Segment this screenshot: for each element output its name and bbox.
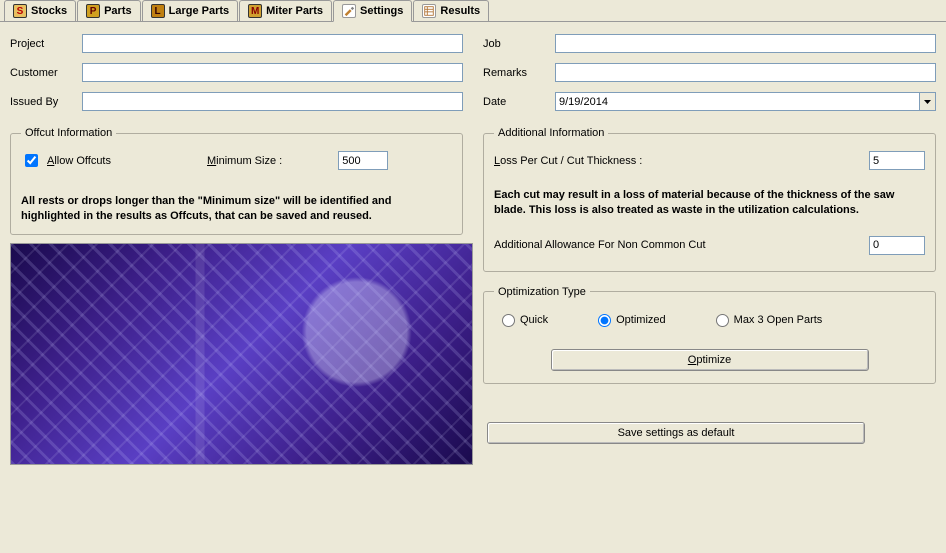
job-input[interactable] (555, 34, 936, 53)
additional-group: Additional Information Loss Per Cut / Cu… (483, 127, 936, 272)
allowance-label: Additional Allowance For Non Common Cut (494, 239, 706, 251)
radio-max3[interactable]: Max 3 Open Parts (716, 314, 823, 327)
stocks-icon: S (13, 4, 27, 18)
issuedby-input[interactable] (82, 92, 463, 111)
settings-content: Project Customer Issued By Offcut Inform… (0, 22, 946, 477)
date-dropdown-button[interactable] (919, 93, 935, 110)
tab-large-parts[interactable]: L Large Parts (142, 0, 239, 21)
chevron-down-icon (924, 100, 931, 104)
tab-stocks-label: Stocks (31, 5, 67, 17)
tab-miter-parts-label: Miter Parts (266, 5, 323, 17)
project-input[interactable] (82, 34, 463, 53)
allow-offcuts-label: Allow Offcuts (47, 155, 111, 167)
tab-settings[interactable]: Settings (333, 0, 412, 22)
allowance-input[interactable] (869, 236, 925, 255)
date-label: Date (483, 96, 555, 108)
allow-offcuts-checkbox[interactable] (25, 154, 38, 167)
tab-parts-label: Parts (104, 5, 132, 17)
radio-quick[interactable]: Quick (502, 314, 548, 327)
radio-optimized[interactable]: Optimized (598, 314, 666, 327)
radio-max3-input[interactable] (716, 314, 729, 327)
minimum-size-input[interactable] (338, 151, 388, 170)
miter-parts-icon: M (248, 4, 262, 18)
optimization-legend: Optimization Type (494, 286, 590, 298)
customer-input[interactable] (82, 63, 463, 82)
date-picker[interactable] (555, 92, 936, 111)
decorative-image (10, 243, 473, 465)
additional-legend: Additional Information (494, 127, 608, 139)
date-input[interactable] (556, 93, 919, 110)
job-label: Job (483, 38, 555, 50)
radio-quick-label: Quick (520, 314, 548, 326)
radio-max3-label: Max 3 Open Parts (734, 314, 823, 326)
parts-icon: P (86, 4, 100, 18)
tab-parts[interactable]: P Parts (77, 0, 141, 21)
tab-bar: S Stocks P Parts L Large Parts M Miter P… (0, 0, 946, 22)
tab-results-label: Results (440, 5, 480, 17)
optimization-group: Optimization Type Quick Optimized Max 3 … (483, 286, 936, 384)
right-column: Job Remarks Date Additional Information … (483, 34, 936, 465)
radio-optimized-input[interactable] (598, 314, 611, 327)
tab-large-parts-label: Large Parts (169, 5, 230, 17)
results-icon (422, 4, 436, 18)
loss-per-cut-label: Loss Per Cut / Cut Thickness : (494, 155, 642, 167)
customer-label: Customer (10, 67, 82, 79)
minimum-size-label: Minimum Size : (207, 155, 282, 167)
remarks-input[interactable] (555, 63, 936, 82)
radio-quick-input[interactable] (502, 314, 515, 327)
tab-settings-label: Settings (360, 5, 403, 17)
offcut-legend: Offcut Information (21, 127, 116, 139)
loss-per-cut-input[interactable] (869, 151, 925, 170)
left-column: Project Customer Issued By Offcut Inform… (10, 34, 463, 465)
offcut-group: Offcut Information Allow Offcuts Minimum… (10, 127, 463, 235)
tab-stocks[interactable]: S Stocks (4, 0, 76, 21)
tab-results[interactable]: Results (413, 0, 489, 21)
additional-info-text: Each cut may result in a loss of materia… (494, 188, 925, 218)
tab-miter-parts[interactable]: M Miter Parts (239, 0, 332, 21)
large-parts-icon: L (151, 4, 165, 18)
issuedby-label: Issued By (10, 96, 82, 108)
remarks-label: Remarks (483, 67, 555, 79)
settings-icon (342, 4, 356, 18)
offcut-info-text: All rests or drops longer than the "Mini… (21, 194, 452, 224)
radio-optimized-label: Optimized (616, 314, 666, 326)
project-label: Project (10, 38, 82, 50)
optimize-button[interactable]: Optimize (551, 349, 869, 371)
save-settings-button[interactable]: Save settings as default (487, 422, 865, 444)
